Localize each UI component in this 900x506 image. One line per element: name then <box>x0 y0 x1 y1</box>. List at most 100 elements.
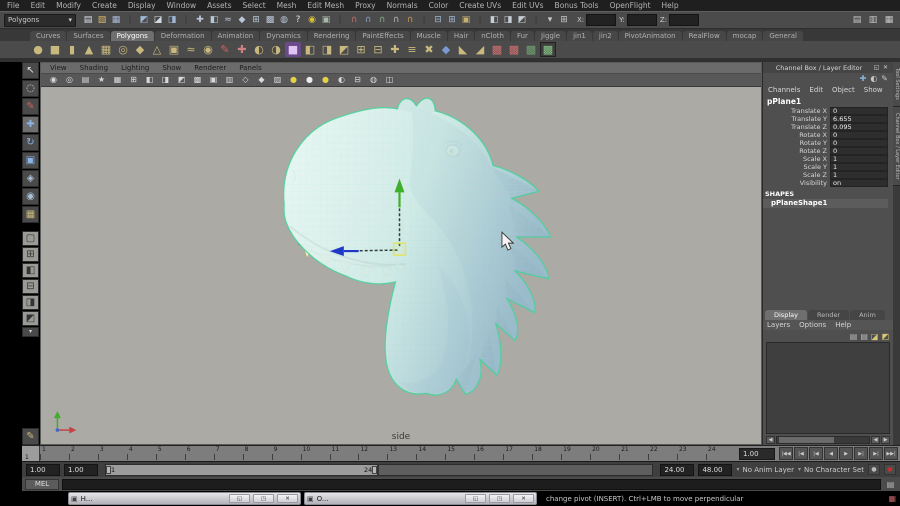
flat-lighting-icon[interactable]: ● <box>303 75 316 86</box>
shelf-tab-mocap[interactable]: mocap <box>726 30 763 41</box>
step-back-frame-button[interactable]: |◀ <box>794 447 808 460</box>
menu-item[interactable]: Window <box>167 1 197 10</box>
default-lighting-icon[interactable]: ● <box>287 75 300 86</box>
channel-value-field[interactable]: 0 <box>830 147 888 155</box>
poly-helix-icon[interactable]: ≈ <box>183 42 199 57</box>
create-layer-from-selected-icon[interactable]: ◩ <box>881 332 889 341</box>
channel-box-menu-item[interactable]: Edit <box>809 86 823 94</box>
image-plane-icon[interactable]: ▦ <box>111 75 124 86</box>
play-forwards-button[interactable]: ▶ <box>839 447 853 460</box>
channel-box-menu-item[interactable]: Show <box>864 86 883 94</box>
shelf-tab-painteffects[interactable]: PaintEffects <box>356 30 410 41</box>
shelf-tab-jiggle[interactable]: Jiggle <box>534 30 567 41</box>
soft-modification-tool[interactable]: ◉ <box>22 188 39 205</box>
layout-persp-graph-button[interactable]: ⊟ <box>22 279 39 294</box>
scene-view[interactable] <box>41 87 761 444</box>
view-grid-icon[interactable]: ⊞ <box>127 75 140 86</box>
boolean-union-icon[interactable]: ◨ <box>319 42 335 57</box>
hyperbolic-pencil-icon[interactable]: ✎ <box>881 74 888 83</box>
poly-cone-icon[interactable]: ▲ <box>81 42 97 57</box>
panel-menu-item[interactable]: Panels <box>239 64 262 72</box>
split-polygon-icon[interactable]: ≡ <box>404 42 420 57</box>
menu-item[interactable]: Display <box>128 1 156 10</box>
shelf-tab-deformation[interactable]: Deformation <box>154 30 211 41</box>
smooth-icon[interactable]: ■ <box>285 42 301 57</box>
menu-item[interactable]: Select <box>243 1 266 10</box>
select-mask-help-icon[interactable]: ? <box>291 13 305 28</box>
layer-list[interactable] <box>766 342 890 434</box>
timeline-tick[interactable]: 18 <box>532 446 561 461</box>
step-forward-frame-button[interactable]: ▶| <box>869 447 883 460</box>
scroll-left-button[interactable]: ◀ <box>766 436 775 444</box>
shelf-tab-fur[interactable]: Fur <box>510 30 534 41</box>
shaded-icon[interactable]: ◆ <box>255 75 268 86</box>
maximize-button[interactable]: ◳ <box>489 494 510 503</box>
snap-to-point-icon[interactable]: ∩ <box>375 13 389 28</box>
bridge-icon[interactable]: ⊞ <box>353 42 369 57</box>
close-button[interactable]: ✕ <box>513 494 534 503</box>
restore-button[interactable]: ◱ <box>229 494 250 503</box>
command-input[interactable] <box>62 478 881 490</box>
move-tool[interactable]: ✚ <box>22 116 39 133</box>
show-attribute-editor-icon[interactable]: ▤ <box>850 13 864 28</box>
timeline-tick[interactable]: 23 <box>676 446 706 461</box>
timeline-tick[interactable]: 11 <box>329 446 359 461</box>
exposure-icon[interactable]: ◫ <box>383 75 396 86</box>
universal-manipulator-tool[interactable]: ◈ <box>22 170 39 187</box>
shelf-tab-muscle[interactable]: Muscle <box>410 30 447 41</box>
channel-value-field[interactable]: 0 <box>830 139 888 147</box>
layer-menu-item[interactable]: Layers <box>767 321 790 329</box>
animation-start-field[interactable]: 1.00 <box>26 463 60 476</box>
layout-hypershade-button[interactable]: ◨ <box>22 295 39 310</box>
timeline-ticks[interactable]: 1 2 3 4 5 6 7 8 9 10 11 12 13 14 15 16 17 18 19 20 21 22 23 24 <box>40 446 735 461</box>
divider[interactable]: | <box>529 13 543 28</box>
menu-item[interactable]: Edit UVs <box>512 1 543 10</box>
shelf-tab-ncloth[interactable]: nCloth <box>475 30 510 41</box>
select-mask-curves-icon[interactable]: ≈ <box>221 13 235 28</box>
maximize-button[interactable]: ◳ <box>253 494 274 503</box>
panel-menu-item[interactable]: Show <box>162 64 181 72</box>
timeline-tick[interactable]: 12 <box>358 446 387 461</box>
timeline-tick[interactable]: 13 <box>387 446 416 461</box>
shadows-icon[interactable]: ◐ <box>335 75 348 86</box>
shelf-tab-curves[interactable]: Curves <box>30 30 67 41</box>
close-icon[interactable]: ✕ <box>881 64 890 71</box>
all-lights-icon[interactable]: ● <box>319 75 332 86</box>
layout-persp-outliner-button[interactable]: ◧ <box>22 263 39 278</box>
select-mask-deformations-icon[interactable]: ⊞ <box>249 13 263 28</box>
shelf-tab-jin2[interactable]: jin2 <box>592 30 618 41</box>
shelf-tab-surfaces[interactable]: Surfaces <box>67 30 110 41</box>
layer-tab-anim[interactable]: Anim <box>850 310 885 320</box>
snap-to-view-plane-icon[interactable]: ∩ <box>389 13 403 28</box>
layer-menu-item[interactable]: Help <box>835 321 851 329</box>
timeline-tick[interactable]: 7 <box>213 446 243 461</box>
last-tool-icon[interactable]: ▩ <box>540 42 556 57</box>
layout-four-pane-button[interactable]: ⊞ <box>22 247 39 262</box>
show-channel-box-icon[interactable]: ▦ <box>882 13 896 28</box>
divider[interactable]: | <box>333 13 347 28</box>
divider[interactable]: | <box>417 13 431 28</box>
channel-value-field[interactable]: 1 <box>830 163 888 171</box>
move-layer-down-icon[interactable]: ▤ <box>860 332 868 341</box>
menu-item[interactable]: Modify <box>56 1 81 10</box>
poly-prism-icon[interactable]: ◆ <box>132 42 148 57</box>
menu-item[interactable]: Assets <box>207 1 231 10</box>
menu-item[interactable]: Help <box>662 1 679 10</box>
scroll-left2-button[interactable]: ◀ <box>871 436 880 444</box>
current-frame-indicator[interactable]: 1 <box>22 446 40 461</box>
poly-cube-icon[interactable]: ■ <box>47 42 63 57</box>
input-line-mode-icon[interactable]: ▾ <box>543 13 557 28</box>
extrude-icon[interactable]: ⊟ <box>370 42 386 57</box>
poly-torus-icon[interactable]: ◎ <box>115 42 131 57</box>
timeline-tick[interactable]: 16 <box>474 446 503 461</box>
poly-pipe-icon[interactable]: ▣ <box>166 42 182 57</box>
poly-plane-icon[interactable]: ▦ <box>98 42 114 57</box>
channel-box-menu-item[interactable]: Object <box>832 86 855 94</box>
playback-end-field[interactable]: 24.00 <box>660 463 695 476</box>
bookmark-icon[interactable]: ★ <box>95 75 108 86</box>
select-mask-joints-icon[interactable]: ◧ <box>207 13 221 28</box>
select-camera-icon[interactable]: ◉ <box>47 75 60 86</box>
delete-edge-icon[interactable]: ✖ <box>421 42 437 57</box>
resolution-gate-icon[interactable]: ◨ <box>159 75 172 86</box>
menu-item[interactable]: Create <box>92 1 117 10</box>
